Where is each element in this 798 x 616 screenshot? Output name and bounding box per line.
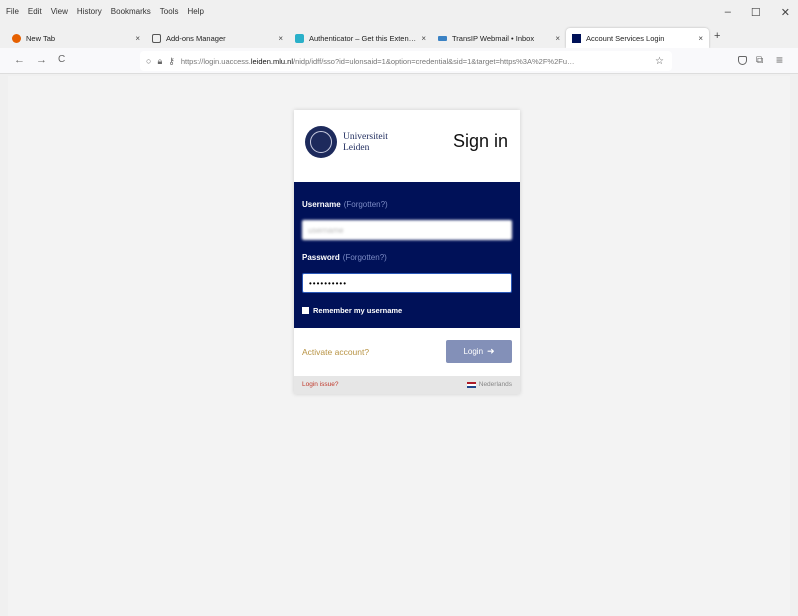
username-label: Username (Forgotten?) [302,200,388,209]
tab-bar: New Tab × Add-ons Manager × Authenticato… [0,22,798,48]
shield-icon: ○ [146,56,152,66]
sign-in-arrow-icon: ➜ [487,346,495,356]
url-path: /nidp/idff/sso?id=ulonsaid=1&option=cred… [292,56,575,66]
login-form: Username (Forgotten?) username Password (F… [294,182,520,328]
username-label-text: Username [302,200,341,209]
tab-authenticator[interactable]: Authenticator – Get this Exten… × [289,28,432,48]
tab-title: Authenticator – Get this Exten… [309,33,417,43]
pocket-icon[interactable] [738,56,747,65]
menu-edit[interactable]: Edit [28,7,42,16]
maximize-button[interactable]: ☐ [751,6,761,19]
close-tab-icon[interactable]: × [421,34,426,43]
tab-addons-manager[interactable]: Add-ons Manager × [146,28,289,48]
tab-title: TransIP Webmail • Inbox [452,33,535,43]
forward-button[interactable]: → [36,54,47,66]
login-actions: Activate account? Login ➜ [294,328,520,376]
university-name-line2: Leiden [343,143,370,153]
reload-button[interactable]: C [58,54,65,65]
back-button[interactable]: ← [14,54,25,66]
menu-file[interactable]: File [6,7,19,16]
window-controls: – ☐ ✕ [725,6,790,19]
menu-history[interactable]: History [77,7,102,16]
url-domain: leiden.mlu.nl [250,56,293,66]
username-value: username [308,225,344,235]
activate-account-link[interactable]: Activate account? [302,347,369,357]
login-footer: Login issue? Nederlands [294,376,520,394]
forgot-password-link[interactable]: (Forgotten?) [343,253,387,262]
login-button[interactable]: Login ➜ [446,340,512,363]
tab-title: Add-ons Manager [166,33,226,43]
puzzle-icon [152,33,161,43]
remember-username-option[interactable]: Remember my username [302,306,402,315]
lock-icon: 🔒︎ [157,55,163,66]
menu-tools[interactable]: Tools [160,7,179,16]
url-prefix: https://login.uaccess. [180,56,251,66]
university-seal-icon [305,126,337,158]
password-label: Password (Forgotten?) [302,253,387,262]
password-label-text: Password [302,253,340,262]
forgot-username-link[interactable]: (Forgotten?) [344,200,388,209]
firefox-icon [12,33,21,43]
leiden-icon [572,33,581,43]
username-field[interactable]: username [302,220,512,240]
login-issue-link[interactable]: Login issue? [302,381,339,388]
close-tab-icon[interactable]: × [555,34,560,43]
tab-title: New Tab [26,33,56,43]
minimize-button[interactable]: – [725,6,731,19]
tab-new-tab[interactable]: New Tab × [6,28,146,48]
password-field[interactable]: •••••••••• [302,273,512,293]
login-header: Universiteit Leiden Sign in [294,110,520,182]
menu-help[interactable]: Help [187,7,203,16]
university-name: Universiteit Leiden [343,132,388,154]
menu-icon[interactable]: ≡ [776,53,783,67]
remember-label: Remember my username [313,306,403,315]
remember-checkbox[interactable] [302,307,309,314]
login-button-label: Login [463,347,484,356]
addon-icon [295,33,304,43]
menu-view[interactable]: View [51,7,68,16]
login-card: Universiteit Leiden Sign in Username (For… [294,110,520,394]
transip-icon [438,35,447,41]
language-label: Nederlands [478,381,512,388]
key-icon: ⚷ [168,55,175,66]
tab-account-services-login[interactable]: Account Services Login × [566,28,709,48]
close-tab-icon[interactable]: × [135,34,140,43]
close-window-button[interactable]: ✕ [781,6,790,19]
menu-bookmarks[interactable]: Bookmarks [111,7,151,16]
dutch-flag-icon [466,381,476,388]
extensions-icon[interactable]: ⧉ [756,55,763,66]
language-switcher[interactable]: Nederlands [466,381,512,388]
page-viewport: Universiteit Leiden Sign in Username (For… [8,76,790,616]
tab-transip-webmail[interactable]: TransIP Webmail • Inbox × [432,28,566,48]
password-value: •••••••••• [309,278,348,288]
close-tab-icon[interactable]: × [698,34,703,43]
address-bar[interactable]: ○ 🔒︎ ⚷ https://login.uaccess. leiden.mlu.… [140,51,672,71]
university-name-line1: Universiteit [343,132,388,142]
star-icon[interactable]: ☆ [655,56,664,67]
new-tab-button[interactable]: + [714,30,720,42]
close-tab-icon[interactable]: × [278,34,283,43]
tab-title: Account Services Login [586,33,665,43]
menu-bar: File Edit View History Bookmarks Tools H… [0,0,798,22]
page-title: Sign in [452,131,508,151]
navigation-toolbar: ← → C ○ 🔒︎ ⚷ https://login.uaccess. leide… [0,48,798,74]
